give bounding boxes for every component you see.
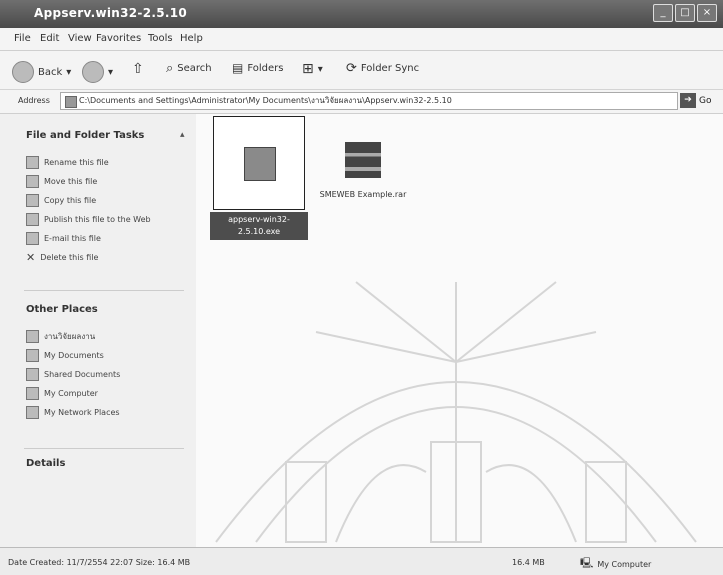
task-label: Delete this file [40, 253, 99, 262]
back-label: Back [38, 66, 63, 78]
university-seal-watermark [215, 281, 697, 543]
menu-bar: File Edit View Favorites Tools Help [0, 28, 723, 51]
zone-label: My Computer [597, 560, 652, 569]
go-label: Go [699, 95, 712, 106]
back-button[interactable]: Back ▾ [12, 61, 71, 83]
status-text: Date Created: 11/7/2554 22:07 Size: 16.4… [8, 558, 191, 567]
task-move[interactable]: Move this file [26, 175, 97, 188]
task-label: Copy this file [44, 196, 97, 205]
place-my-documents[interactable]: My Documents [26, 349, 104, 362]
collapse-icon[interactable]: ▴ [180, 130, 185, 140]
task-label: Publish this file to the Web [44, 215, 151, 224]
address-path: C:\Documents and Settings\Administrator\… [79, 96, 452, 105]
file-thumbnail [213, 116, 305, 210]
window-controls: _ □ × [653, 4, 717, 22]
folders-label: Folders [247, 62, 284, 74]
place-my-computer[interactable]: My Computer [26, 387, 98, 400]
title-bar: Appserv.win32-2.5.10 _ □ × [0, 0, 723, 28]
file-item-smeweb[interactable]: SMEWEB Example.rar [308, 142, 418, 199]
status-bar: Date Created: 11/7/2554 22:07 Size: 16.4… [0, 547, 723, 575]
up-folder-button[interactable]: ⇧ [132, 61, 144, 77]
explorer-window: Appserv.win32-2.5.10 _ □ × File Edit Vie… [0, 0, 723, 575]
email-icon [26, 232, 39, 245]
folder-icon [65, 96, 77, 108]
folder-icon [26, 368, 39, 381]
other-places-title[interactable]: Other Places [26, 304, 98, 315]
views-button[interactable]: ⊞ ▾ [302, 61, 323, 77]
chevron-down-icon: ▾ [108, 66, 114, 78]
search-button[interactable]: ⌕ Search [166, 61, 212, 76]
chevron-down-icon: ▾ [66, 66, 72, 78]
menu-edit[interactable]: Edit [40, 33, 59, 44]
forward-arrow-icon [82, 61, 104, 83]
go-arrow-icon: ➔ [680, 93, 696, 108]
delete-x-icon: ✕ [26, 251, 36, 264]
file-folder-tasks-title[interactable]: File and Folder Tasks [26, 130, 144, 141]
file-name: appserv-win32-2.5.10.exe [210, 212, 308, 240]
divider [24, 290, 184, 291]
computer-icon [26, 387, 39, 400]
file-view[interactable]: appserv-win32-2.5.10.exe SMEWEB Example.… [196, 114, 723, 547]
window-title: Appserv.win32-2.5.10 [34, 6, 188, 20]
rename-icon [26, 156, 39, 169]
back-arrow-icon [12, 61, 34, 83]
folder-icon [26, 330, 39, 343]
menu-tools[interactable]: Tools [148, 33, 173, 44]
place-label: Shared Documents [44, 370, 121, 379]
divider [24, 448, 184, 449]
task-delete[interactable]: ✕ Delete this file [26, 251, 98, 264]
folders-button[interactable]: ▤ Folders [232, 61, 283, 75]
task-pane: File and Folder Tasks ▴ Rename this file… [0, 114, 196, 547]
up-folder-icon: ⇧ [132, 61, 144, 77]
task-label: E-mail this file [44, 234, 101, 243]
folders-icon: ▤ [232, 61, 244, 75]
installer-icon [244, 147, 276, 181]
task-rename[interactable]: Rename this file [26, 156, 109, 169]
move-icon [26, 175, 39, 188]
place-label: My Computer [44, 389, 98, 398]
task-email[interactable]: E-mail this file [26, 232, 101, 245]
folder-sync-button[interactable]: ⟳ Folder Sync [346, 61, 419, 76]
place-label: My Network Places [44, 408, 120, 417]
task-label: Move this file [44, 177, 98, 186]
toolbar: Back ▾ ▾ ⇧ ⌕ Search ▤ Folders ⊞ ▾ ⟳ Fold… [0, 51, 723, 90]
status-size: 16.4 MB [512, 558, 545, 567]
maximize-button[interactable]: □ [675, 4, 695, 22]
task-label: Rename this file [44, 158, 109, 167]
place-label: งานวิจัยผลงาน [44, 332, 96, 341]
search-icon: ⌕ [166, 61, 174, 76]
rar-archive-icon [345, 142, 381, 178]
menu-file[interactable]: File [14, 33, 31, 44]
place-shared-documents[interactable]: Shared Documents [26, 368, 120, 381]
place-research-folder[interactable]: งานวิจัยผลงาน [26, 330, 95, 343]
task-publish[interactable]: Publish this file to the Web [26, 213, 151, 226]
computer-icon: 🖳 [580, 558, 594, 569]
place-my-network-places[interactable]: My Network Places [26, 406, 120, 419]
folder-sync-icon: ⟳ [346, 61, 357, 76]
network-icon [26, 406, 39, 419]
go-button[interactable]: ➔ Go [680, 93, 711, 108]
address-label: Address [18, 96, 50, 105]
chevron-down-icon: ▾ [317, 63, 323, 75]
menu-help[interactable]: Help [180, 33, 203, 44]
file-name: SMEWEB Example.rar [319, 190, 407, 199]
menu-favorites[interactable]: Favorites [96, 33, 141, 44]
task-copy[interactable]: Copy this file [26, 194, 96, 207]
address-bar: Address C:\Documents and Settings\Admini… [0, 89, 723, 114]
folder-icon [26, 349, 39, 362]
views-icon: ⊞ [302, 61, 314, 77]
menu-view[interactable]: View [68, 33, 92, 44]
copy-icon [26, 194, 39, 207]
status-zone: 🖳 My Computer [580, 556, 651, 573]
details-title[interactable]: Details [26, 458, 65, 469]
minimize-button[interactable]: _ [653, 4, 673, 22]
address-input[interactable]: C:\Documents and Settings\Administrator\… [60, 92, 678, 110]
forward-button[interactable]: ▾ [82, 61, 113, 83]
folder-sync-label: Folder Sync [360, 63, 420, 74]
close-button[interactable]: × [697, 4, 717, 22]
file-item-appserv[interactable]: appserv-win32-2.5.10.exe [210, 116, 308, 240]
place-label: My Documents [44, 351, 104, 360]
globe-icon [26, 213, 39, 226]
search-label: Search [177, 63, 212, 74]
